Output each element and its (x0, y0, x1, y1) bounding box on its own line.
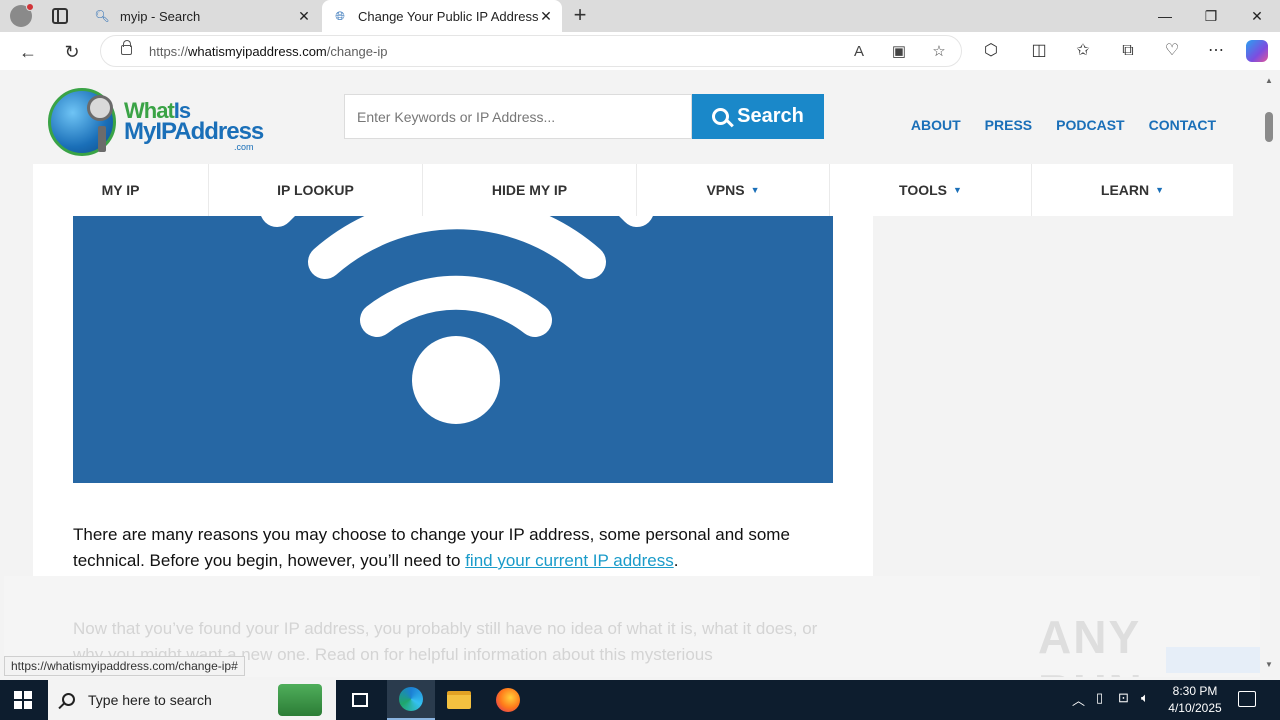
tab-label: myip - Search (120, 8, 201, 24)
search-highlight-image (278, 684, 322, 716)
nav-learn[interactable]: LEARN ▼ (1032, 164, 1233, 216)
favorite-star-icon[interactable]: ☆ (929, 42, 949, 62)
globe-logo-icon (48, 88, 116, 156)
page-scrollbar[interactable]: ▲ ▼ (1262, 70, 1276, 677)
minimize-icon[interactable]: — (1142, 0, 1188, 32)
search-icon (712, 108, 730, 125)
close-tab-icon[interactable]: ✕ (296, 8, 312, 24)
find-current-ip-link[interactable]: find your current IP address (465, 551, 674, 570)
address-bar[interactable]: https://whatismyipaddress.com/change-ip … (100, 35, 962, 67)
show-hidden-icons-icon[interactable]: ︿ (1072, 690, 1085, 709)
profile-avatar[interactable] (10, 3, 34, 27)
new-tab-icon[interactable]: + (568, 4, 592, 28)
edge-icon (399, 687, 423, 711)
tab-actions-icon[interactable] (52, 8, 68, 24)
browser-essentials-icon[interactable]: ♡ (1161, 40, 1183, 62)
globe-icon: 🌐︎ (335, 8, 345, 23)
read-aloud-icon[interactable]: A (849, 42, 869, 62)
notification-dot (26, 3, 34, 11)
windows-taskbar: Type here to search ︿ ▯ ⊡ 🔈︎ 8:30 PM 4/1… (0, 680, 1280, 720)
windows-start-icon[interactable] (14, 691, 32, 709)
tab-change-ip[interactable]: 🌐︎ Change Your Public IP Address: T ✕ (322, 0, 562, 32)
task-view-button[interactable] (336, 680, 384, 720)
close-tab-icon[interactable]: ✕ (538, 8, 554, 24)
browser-toolbar: ← ↻ https://whatismyipaddress.com/change… (0, 32, 1280, 70)
collections-icon[interactable]: ⧉ (1117, 40, 1139, 62)
taskbar-search-box[interactable]: Type here to search (48, 680, 336, 720)
nav-ip-lookup[interactable]: IP LOOKUP (209, 164, 423, 216)
status-bar-url: https://whatismyipaddress.com/change-ip# (4, 656, 245, 676)
page-viewport: WhatIs MyIPAddress .com Search ABOUT PRE… (4, 70, 1260, 677)
folder-icon (447, 691, 471, 709)
wifi-icon (261, 216, 653, 424)
nav-my-ip[interactable]: MY IP (33, 164, 209, 216)
copilot-icon[interactable] (1246, 40, 1268, 62)
contact-link[interactable]: CONTACT (1149, 117, 1216, 133)
tab-label: Change Your Public IP Address: T (358, 8, 538, 24)
file-explorer-taskbar-button[interactable] (435, 680, 483, 720)
main-nav: MY IP IP LOOKUP HIDE MY IP VPNS ▼ TOOLS ▼ … (33, 164, 1233, 216)
url-text[interactable]: https://whatismyipaddress.com/change-ip (149, 44, 387, 59)
scrollbar-thumb[interactable] (1265, 112, 1273, 142)
press-link[interactable]: PRESS (985, 117, 1032, 133)
nav-tools[interactable]: TOOLS ▼ (830, 164, 1032, 216)
article-content: There are many reasons you may choose to… (33, 216, 873, 576)
notifications-icon[interactable] (1238, 691, 1256, 707)
search-icon: 🔍︎ (94, 9, 110, 23)
about-link[interactable]: ABOUT (911, 117, 961, 133)
edge-taskbar-button[interactable] (387, 680, 435, 720)
system-clock[interactable]: 8:30 PM 4/10/2025 (1164, 683, 1226, 717)
site-logo[interactable]: WhatIs MyIPAddress .com (48, 88, 268, 158)
sidebar (873, 216, 1233, 576)
browser-tab-bar: 🔍︎ myip - Search ✕ 🌐︎ Change Your Public… (0, 0, 1280, 32)
firefox-icon (496, 688, 520, 712)
dropdown-caret-icon: ▼ (750, 185, 760, 195)
top-links: ABOUT PRESS PODCAST CONTACT (911, 117, 1216, 133)
podcast-link[interactable]: PODCAST (1056, 117, 1124, 133)
nav-vpns[interactable]: VPNS ▼ (637, 164, 830, 216)
firefox-taskbar-button[interactable] (484, 680, 532, 720)
lock-icon[interactable] (121, 40, 132, 55)
scroll-to-top-box[interactable] (1166, 647, 1260, 673)
task-view-icon (352, 693, 368, 707)
back-icon[interactable]: ← (15, 39, 41, 65)
volume-icon[interactable]: 🔈︎ (1141, 690, 1149, 706)
split-screen-icon[interactable]: ◫ (1028, 40, 1050, 62)
wifi-hero-image (73, 216, 833, 483)
refresh-icon[interactable]: ↻ (59, 39, 85, 65)
dropdown-caret-icon: ▼ (1155, 185, 1165, 195)
more-options-icon[interactable]: ⋯ (1205, 40, 1227, 62)
site-search-button[interactable]: Search (692, 94, 824, 139)
favorites-icon[interactable]: ✩ (1072, 40, 1094, 62)
close-window-icon[interactable]: ✕ (1234, 0, 1280, 32)
scroll-up-icon[interactable]: ▲ (1265, 76, 1273, 85)
site-search-input[interactable] (344, 94, 692, 139)
intro-paragraph: There are many reasons you may choose to… (73, 525, 790, 570)
network-icon[interactable]: ⊡ (1118, 690, 1129, 706)
scroll-down-icon[interactable]: ▼ (1265, 660, 1273, 669)
nav-hide-my-ip[interactable]: HIDE MY IP (423, 164, 637, 216)
immersive-reader-icon[interactable]: ▣ (889, 42, 909, 62)
restore-icon[interactable]: ❐ (1188, 0, 1234, 32)
tab-myip-search[interactable]: 🔍︎ myip - Search ✕ (84, 0, 320, 32)
search-icon (62, 693, 75, 706)
device-icon[interactable]: ▯ (1096, 690, 1103, 706)
extensions-icon[interactable]: ⬡ (980, 40, 1002, 62)
dropdown-caret-icon: ▼ (953, 185, 962, 195)
